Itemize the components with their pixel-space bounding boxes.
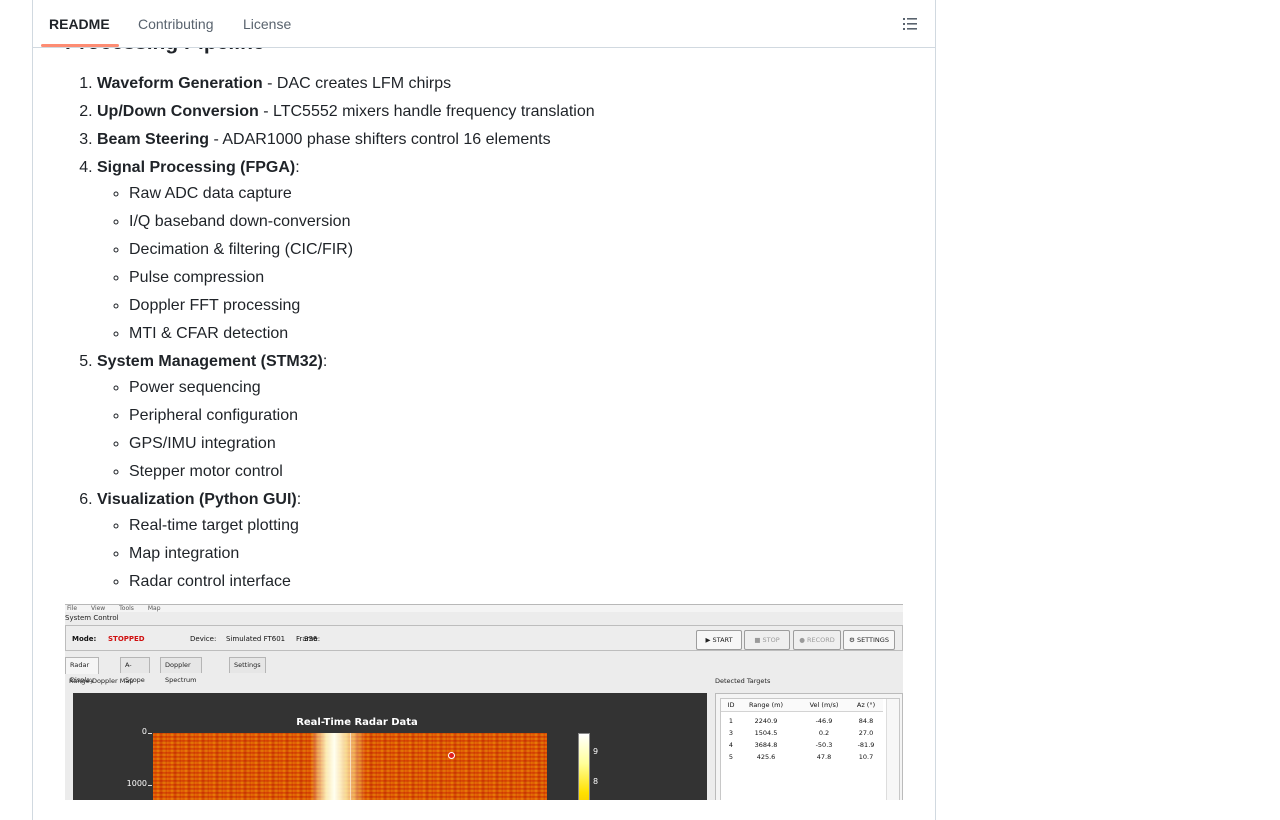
gui-menu-item: Map: [147, 605, 161, 612]
sublist-item: Peripheral configuration: [129, 402, 935, 430]
sublist-item: Decimation & filtering (CIC/FIR): [129, 236, 935, 264]
gui-menubar: File View Tools Map: [65, 605, 903, 612]
tab-license[interactable]: License: [243, 0, 291, 47]
gui-stop-button: ■ STOP: [744, 630, 790, 650]
system-control-bar: Mode: STOPPED Device: Simulated FT601 Fr…: [65, 625, 903, 651]
table-row: 4 3684.8 -50.3 -81.9: [728, 741, 875, 749]
readme-container: Processing Pipeline Waveform Generation …: [32, 0, 936, 820]
sublist-item: Power sequencing: [129, 374, 935, 402]
target-marker: [448, 752, 455, 759]
sublist-item: Real-time target plotting: [129, 512, 935, 540]
column-header: Range (m): [748, 701, 784, 709]
pipeline-item: System Management (STM32): Power sequenc…: [97, 348, 935, 486]
targets-table: ID Range (m) Vel (m/s) Az (°) 1 2240.9 -46…: [720, 698, 900, 800]
sublist-item: Stepper motor control: [129, 458, 935, 486]
outline-button[interactable]: [897, 12, 923, 36]
column-header: Vel (m/s): [809, 701, 839, 709]
active-tab-indicator: [41, 44, 119, 47]
gui-menu-item: View: [90, 605, 106, 612]
list-outline-icon: [903, 18, 917, 30]
pipeline-item: Up/Down Conversion - LTC5552 mixers hand…: [97, 98, 935, 126]
column-header: Az (°): [856, 701, 876, 709]
sublist-item: MTI & CFAR detection: [129, 320, 935, 348]
gui-menu-item: Tools: [119, 605, 134, 612]
y-tick-label: 1000: [126, 779, 147, 788]
pipeline-item: Visualization (Python GUI): Real-time ta…: [97, 486, 935, 596]
targets-panel: ID Range (m) Vel (m/s) Az (°) 1 2240.9 -46…: [715, 693, 903, 800]
pipeline-list: Waveform Generation - DAC creates LFM ch…: [65, 70, 935, 596]
sublist-item: Pulse compression: [129, 264, 935, 292]
pipeline-item: Waveform Generation - DAC creates LFM ch…: [97, 70, 935, 98]
table-header: ID Range (m) Vel (m/s) Az (°): [721, 699, 883, 712]
tab-contributing[interactable]: Contributing: [138, 0, 214, 47]
system-control-label: System Control: [65, 614, 119, 622]
gui-record-button: ● RECORD: [793, 630, 841, 650]
readme-content: Processing Pipeline Waveform Generation …: [33, 0, 935, 800]
pipeline-sublist: Raw ADC data capture I/Q baseband down-c…: [97, 180, 935, 348]
radar-gui-screenshot: File View Tools Map System Control Mode:…: [65, 604, 903, 800]
pipeline-item: Beam Steering - ADAR1000 phase shifters …: [97, 126, 935, 154]
pipeline-sublist: Power sequencing Peripheral configuratio…: [97, 374, 935, 486]
frame-number: 336: [304, 635, 318, 643]
device-label: Device:: [190, 635, 217, 643]
readme-tabbar: README Contributing License: [33, 0, 935, 48]
y-tick-label: 0: [141, 727, 147, 736]
y-tick-mark: [148, 733, 152, 734]
gui-tab-radar-display: Radar Display: [65, 657, 99, 684]
range-doppler-panel: Real-Time Radar Data 0 1000 9 8: [73, 693, 707, 800]
gui-tab-a-scope: A-Scope: [120, 657, 150, 684]
device-value: Simulated FT601: [226, 635, 286, 643]
tab-readme[interactable]: README: [49, 0, 110, 47]
sublist-item: I/Q baseband down-conversion: [129, 208, 935, 236]
colorbar-tick: 9: [593, 747, 599, 756]
pipeline-item: Signal Processing (FPGA): Raw ADC data c…: [97, 154, 935, 348]
sublist-item: Doppler FFT processing: [129, 292, 935, 320]
table-row: 5 425.6 47.8 10.7: [728, 753, 874, 761]
colorbar-tick: 8: [593, 777, 599, 786]
zero-doppler-line: [350, 733, 351, 800]
gui-tab-settings: Settings: [229, 657, 266, 673]
gui-settings-button: ⚙ SETTINGS: [843, 630, 895, 650]
range-doppler-title: Range-Doppler Map: [69, 677, 134, 685]
sublist-item: GPS/IMU integration: [129, 430, 935, 458]
gui-tab-doppler-spectrum: Doppler Spectrum: [160, 657, 202, 684]
sublist-item: Radar control interface: [129, 568, 935, 596]
mode-status: STOPPED: [108, 635, 145, 643]
targets-scrollbar: [886, 699, 899, 800]
gui-start-button: ▶ START: [696, 630, 742, 650]
gui-menu-item: File: [67, 605, 78, 612]
sublist-item: Map integration: [129, 540, 935, 568]
y-tick-mark: [148, 785, 152, 786]
colorbar: [578, 733, 590, 800]
plot-title: Real-Time Radar Data: [296, 717, 418, 728]
table-row: 3 1504.5 0.2 27.0: [728, 729, 874, 737]
table-row: 1 2240.9 -46.9 84.8: [728, 717, 874, 725]
targets-panel-title: Detected Targets: [715, 677, 771, 685]
sublist-item: Raw ADC data capture: [129, 180, 935, 208]
mode-label: Mode:: [72, 635, 97, 643]
pipeline-sublist: Real-time target plotting Map integratio…: [97, 512, 935, 596]
column-header: ID: [727, 701, 735, 709]
